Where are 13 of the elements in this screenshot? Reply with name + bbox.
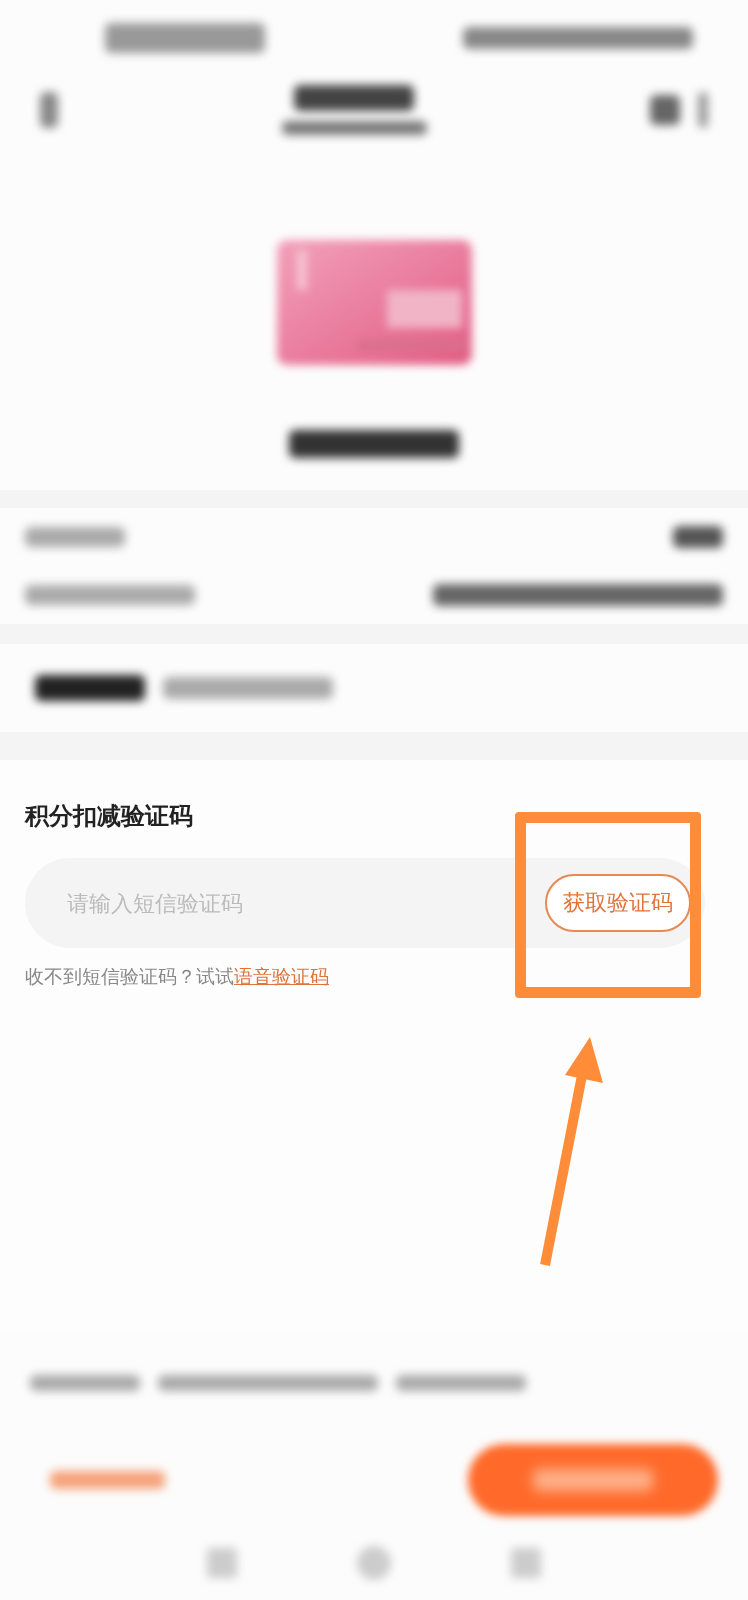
voice-code-link[interactable]: 语音验证码 <box>234 965 329 987</box>
sheet-title: 积分扣减验证码 <box>25 801 194 832</box>
blurred-button[interactable] <box>468 1444 718 1516</box>
blurred-nav-icon[interactable] <box>357 1545 391 1580</box>
blurred-icon <box>698 92 708 128</box>
blurred-back-icon <box>40 92 58 128</box>
blurred-nav-icon[interactable] <box>207 1547 237 1578</box>
blurred-value <box>673 526 723 548</box>
blurred-icon <box>650 95 680 125</box>
get-code-button[interactable]: 获取验证码 <box>545 874 691 932</box>
code-input-field[interactable]: 请输入短信验证码 获取验证码 <box>25 858 705 948</box>
hint-text: 收不到短信验证码？试试 <box>25 965 234 987</box>
blurred-nav-icon[interactable] <box>511 1547 541 1578</box>
